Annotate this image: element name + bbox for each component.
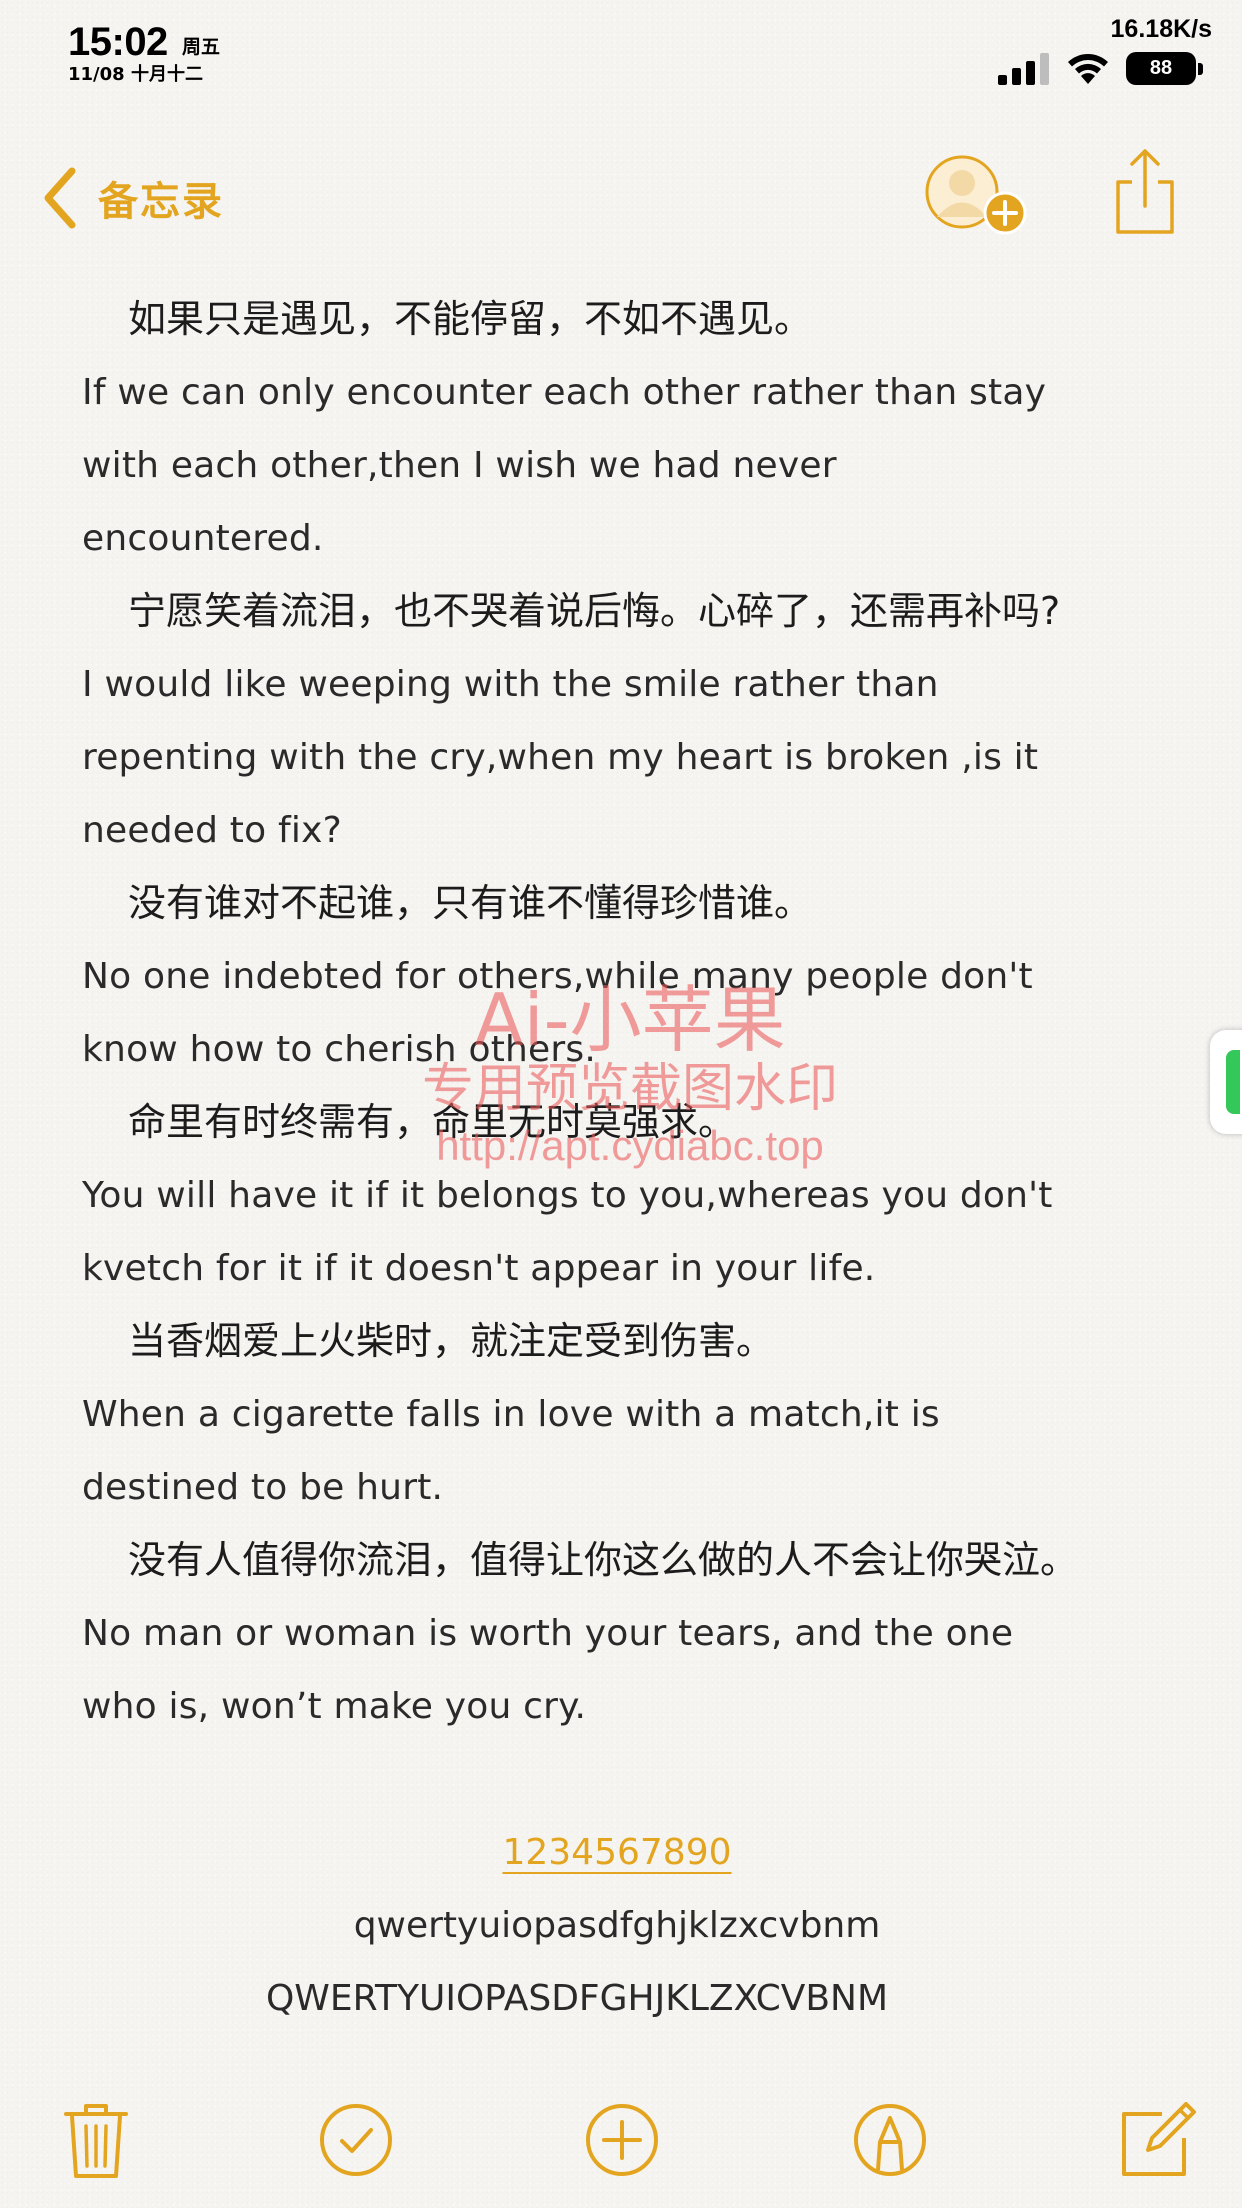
delete-button[interactable] [56,2100,136,2180]
note-line-en: No man or woman is worth your tears, and… [82,1613,1014,1654]
note-line-zh: 没有人值得你流泪，值得让你这么做的人不会让你哭泣。 [128,1538,1079,1582]
note-line-en: When a cigarette falls in love with a ma… [82,1394,940,1435]
phone-number-link[interactable]: 1234567890 [502,1832,731,1873]
battery-tip [1198,63,1203,75]
wifi-icon [1068,54,1108,84]
numbers-line: 1234567890 [82,1816,1192,1889]
note-body[interactable]: 如果只是遇见，不能停留，不如不遇见。 If we can only encoun… [82,283,1192,2035]
markup-button[interactable] [850,2100,930,2180]
status-weekday: 周五 [182,36,221,58]
note-line-en: You will have it if it belongs to you,wh… [82,1175,1053,1216]
note-line-en: destined to be hurt. [82,1467,444,1508]
battery-indicator: 88 [1126,52,1196,85]
status-time: 15:02 [68,20,168,64]
checklist-icon [320,2104,392,2176]
note-line-zh: 没有谁对不起谁，只有谁不懂得珍惜谁。 [128,881,813,925]
note-line-en: encountered. [82,518,324,559]
uppercase-line: QWERTYUIOPASDFGHJKLZXCVBNM [265,1978,889,2019]
note-line-en: I would like weeping with the smile rath… [82,664,939,705]
add-collaborator-button[interactable] [922,150,1032,242]
compose-button[interactable] [1118,2100,1198,2180]
note-line-en: No one indebted for others,while many pe… [82,956,1033,997]
back-button-label: 备忘录 [98,179,224,225]
note-line-zh: 宁愿笑着流泪，也不哭着说后悔。心碎了，还需再补吗? [128,589,1061,633]
add-attachment-button[interactable] [582,2100,662,2180]
note-line-zh: 如果只是遇见，不能停留，不如不遇见。 [128,297,813,341]
note-line-en: If we can only encounter each other rath… [82,372,1047,413]
back-button[interactable]: 备忘录 [40,158,224,238]
note-line-en: needed to fix? [82,810,342,851]
note-line-en: with each other,then I wish we had never [82,445,837,486]
chevron-left-icon [44,167,76,229]
lowercase-line: qwertyuiopasdfghjklzxcvbnm [353,1905,881,1946]
note-line-en: repenting with the cry,when my heart is … [82,737,1039,778]
checklist-button[interactable] [316,2100,396,2180]
side-panel-handle[interactable] [1210,1030,1242,1134]
status-date: 11/08 十月十二 [68,64,203,85]
note-line-zh: 当香烟爱上火柴时，就注定受到伤害。 [128,1319,775,1363]
trash-icon [64,2104,128,2178]
cellular-signal-icon [998,53,1049,85]
note-line-en: know how to cherish others. [82,1029,596,1070]
markup-icon [854,2104,926,2176]
note-line-en: who is, won’t make you cry. [82,1686,587,1727]
note-line-en: kvetch for it if it doesn't appear in yo… [82,1248,876,1289]
share-icon [1116,149,1174,234]
network-speed: 16.18K/s [1110,15,1212,43]
add-icon [586,2104,658,2176]
status-bar: 15:02 周五 11/08 十月十二 16.18K/s 88 [0,0,1242,110]
share-button[interactable] [1112,148,1178,236]
compose-icon [1122,2102,1196,2176]
add-person-icon [925,155,1027,235]
side-handle-indicator [1226,1050,1240,1114]
note-line-zh: 命里有时终需有，命里无时莫强求。 [128,1100,737,1144]
